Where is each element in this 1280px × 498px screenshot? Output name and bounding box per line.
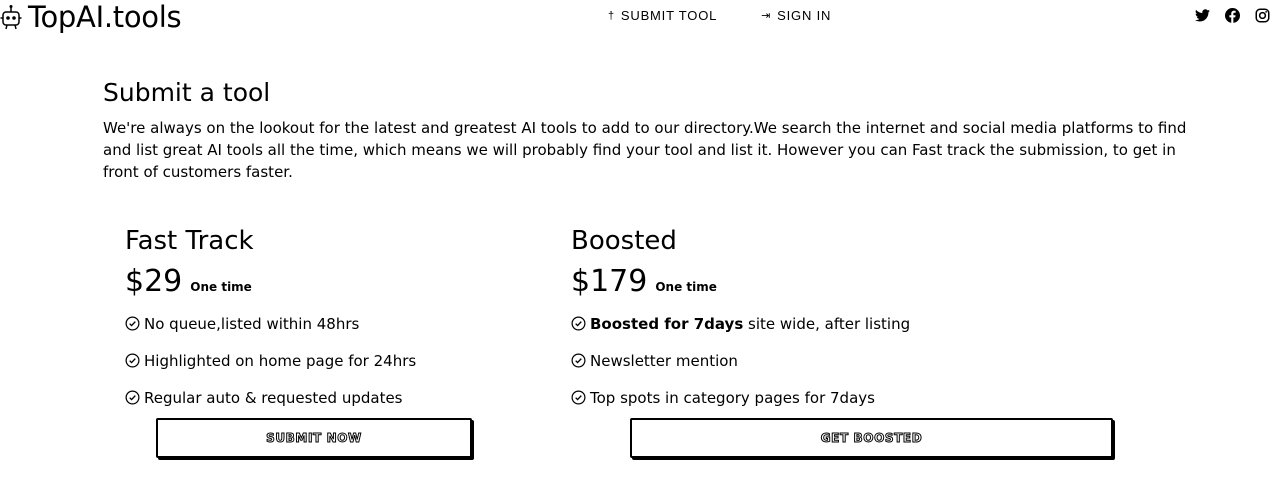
feature-item: Regular auto & requested updates (125, 379, 416, 416)
pin-icon: † (608, 9, 615, 22)
feature-text: Highlighted on home page for 24hrs (144, 351, 417, 370)
check-circle-icon (571, 316, 586, 331)
feature-item: No queue,listed within 48hrs (125, 305, 416, 342)
check-circle-icon (125, 353, 140, 368)
submit-now-button[interactable]: SUBMIT NOW (156, 418, 472, 458)
social-links (1194, 7, 1270, 23)
nav-submit-tool-label: SUBMIT TOOL (620, 8, 718, 23)
plan-price: $29 (125, 264, 183, 299)
plan-price: $179 (571, 264, 648, 299)
plan-boosted: Boosted $179 One time Boosted for 7days … (571, 226, 910, 416)
price-row: $29 One time (125, 264, 416, 299)
feature-text: Top spots in category pages for 7days (590, 388, 875, 407)
plan-period: One time (655, 280, 717, 294)
logo-text: TopAI.tools (28, 0, 182, 34)
check-circle-icon (571, 353, 586, 368)
nav-sign-in-label: SIGN IN (777, 8, 832, 23)
feature-text: No queue,listed within 48hrs (144, 314, 360, 333)
feature-list: No queue,listed within 48hrs Highlighted… (125, 305, 416, 416)
instagram-icon[interactable] (1254, 7, 1270, 23)
feature-bold-text: Boosted for 7days (590, 314, 744, 333)
page: TopAI.tools † SUBMIT TOOL ⇥ SIGN IN Subm… (0, 0, 1280, 498)
check-circle-icon (571, 390, 586, 405)
top-nav: † SUBMIT TOOL ⇥ SIGN IN (608, 8, 831, 23)
site-logo[interactable]: TopAI.tools (0, 0, 182, 34)
price-row: $179 One time (571, 264, 910, 299)
feature-list: Boosted for 7days site wide, after listi… (571, 305, 910, 416)
feature-item: Newsletter mention (571, 342, 910, 379)
page-title: Submit a tool (103, 78, 271, 107)
intro-text: We're always on the lookout for the late… (103, 119, 1187, 181)
feature-item: Highlighted on home page for 24hrs (125, 342, 416, 379)
get-boosted-button[interactable]: GET BOOSTED (630, 418, 1113, 458)
check-circle-icon (125, 390, 140, 405)
feature-rest-text: site wide, after listing (743, 314, 911, 333)
plan-name: Boosted (571, 226, 677, 256)
feature-item: Boosted for 7days site wide, after listi… (571, 305, 910, 342)
sign-in-icon: ⇥ (761, 10, 772, 22)
feature-text: Regular auto & requested updates (144, 388, 403, 407)
robot-icon (0, 4, 22, 30)
feature-item: Top spots in category pages for 7days (571, 379, 910, 416)
plan-fast-track: Fast Track $29 One time No queue,listed … (125, 226, 416, 416)
feature-text: Newsletter mention (590, 351, 738, 370)
feature-text: Boosted for 7days site wide, after listi… (590, 315, 910, 333)
twitter-icon[interactable] (1194, 7, 1210, 23)
nav-sign-in[interactable]: ⇥ SIGN IN (761, 8, 831, 23)
facebook-icon[interactable] (1224, 7, 1240, 23)
nav-submit-tool[interactable]: † SUBMIT TOOL (608, 8, 717, 23)
check-circle-icon (125, 316, 140, 331)
plan-period: One time (190, 280, 252, 294)
plan-name: Fast Track (125, 226, 254, 256)
